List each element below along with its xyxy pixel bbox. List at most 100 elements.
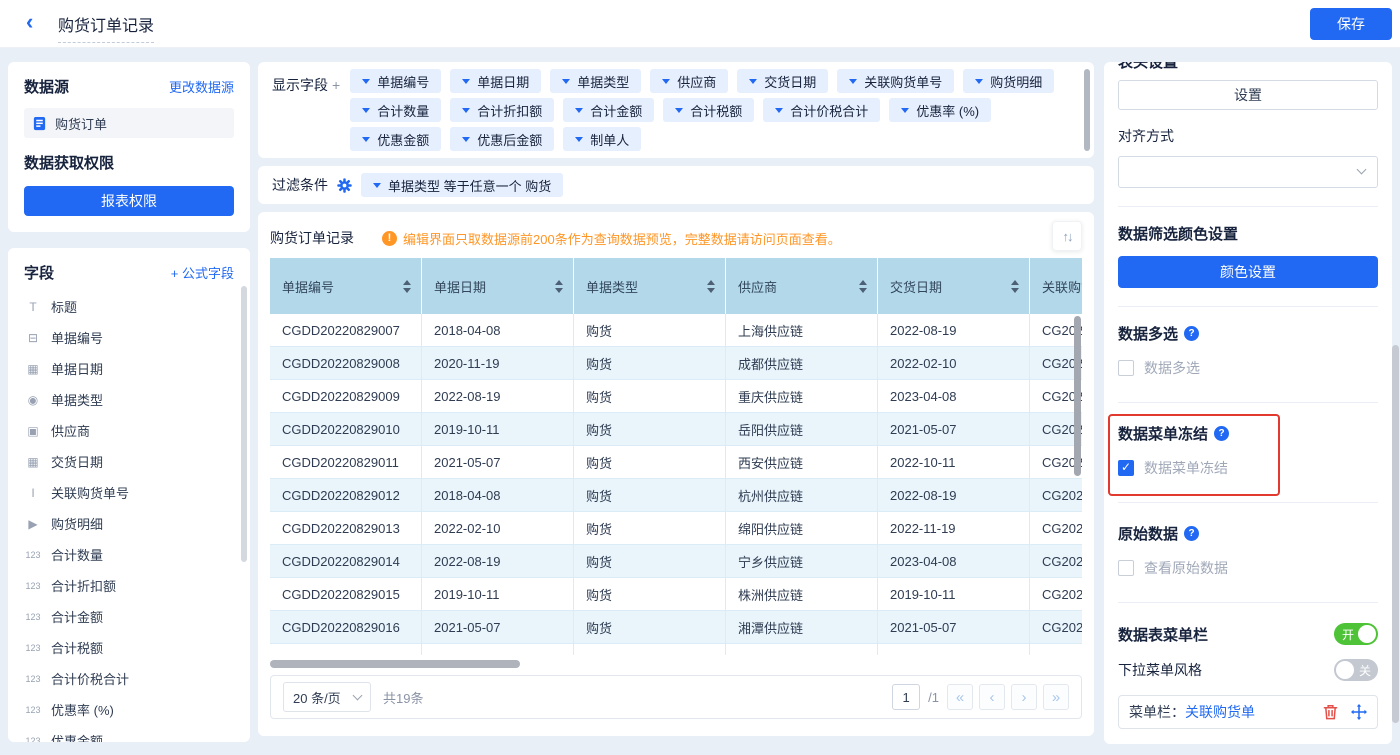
field-item[interactable]: ▶购货明细	[8, 508, 250, 539]
add-display-field-button[interactable]: +	[332, 77, 340, 93]
field-item[interactable]: ▣供应商	[8, 415, 250, 446]
table-vertical-scrollbar[interactable]	[1074, 316, 1081, 476]
display-field-tag[interactable]: 优惠后金额	[450, 127, 554, 151]
color-settings-button[interactable]: 颜色设置	[1118, 256, 1378, 288]
display-field-tag[interactable]: 合计价税合计	[763, 98, 880, 122]
display-field-tag[interactable]: 制单人	[563, 127, 641, 151]
prev-page-button[interactable]: ‹	[979, 684, 1005, 710]
fields-scrollbar[interactable]	[241, 286, 247, 562]
filter-condition-tag[interactable]: 单据类型 等于任意一个 购货	[361, 173, 563, 197]
column-header[interactable]: 供应商	[726, 258, 878, 314]
field-item[interactable]: 123合计数量	[8, 539, 250, 570]
field-item[interactable]: 123优惠金额	[8, 725, 250, 742]
table-row[interactable]: CGDD202208290112021-05-07购货西安供应链2022-10-…	[270, 446, 1082, 479]
move-icon[interactable]	[1351, 704, 1367, 720]
table-row[interactable]: CGDD202208290082020-11-19购货成都供应链2022-02-…	[270, 347, 1082, 380]
raw-data-title: 原始数据 ?	[1118, 523, 1378, 544]
table-cell: 2019-10-11	[422, 413, 574, 445]
field-item[interactable]: ◉单据类型	[8, 384, 250, 415]
help-icon[interactable]: ?	[1184, 526, 1199, 541]
chevron-down-icon	[373, 183, 381, 188]
multi-select-checkbox[interactable]	[1118, 360, 1134, 376]
table-row[interactable]: CGDD202208290162021-05-07购货湘潭供应链2021-05-…	[270, 611, 1082, 644]
help-icon[interactable]: ?	[1184, 326, 1199, 341]
page-total: /1	[928, 690, 939, 705]
column-header[interactable]: 单据编号	[270, 258, 422, 314]
field-item[interactable]: ⊟单据编号	[8, 322, 250, 353]
display-fields-scrollbar[interactable]	[1084, 69, 1090, 151]
menu-freeze-checkbox[interactable]	[1118, 460, 1134, 476]
display-field-tag[interactable]: 单据编号	[350, 69, 441, 93]
field-item[interactable]: 123优惠率 (%)	[8, 694, 250, 725]
column-sort-icon[interactable]	[403, 280, 411, 293]
back-icon[interactable]: ‹	[26, 11, 33, 33]
display-field-tag[interactable]: 关联购货单号	[837, 69, 954, 93]
display-field-tag[interactable]: 合计数量	[350, 98, 441, 122]
column-sort-icon[interactable]	[859, 280, 867, 293]
display-field-tag[interactable]: 合计折扣额	[450, 98, 554, 122]
field-item[interactable]: ▦单据日期	[8, 353, 250, 384]
number-icon: 123	[24, 641, 42, 655]
table-cell: 2022-11-19	[878, 512, 1030, 544]
display-field-tag[interactable]: 优惠金额	[350, 127, 441, 151]
table-row[interactable]: CGDD202208290142022-08-19购货宁乡供应链2023-04-…	[270, 545, 1082, 578]
display-field-tag[interactable]: 购货明细	[963, 69, 1054, 93]
raw-data-checkbox[interactable]	[1118, 560, 1134, 576]
page-size-select[interactable]: 20 条/页	[283, 682, 371, 712]
table-horizontal-scrollbar[interactable]	[270, 660, 520, 668]
table-row[interactable]: CGDD202208290102019-10-11购货岳阳供应链2021-05-…	[270, 413, 1082, 446]
field-item[interactable]: 123合计折扣额	[8, 570, 250, 601]
table-cell: 2020-11-19	[422, 347, 574, 379]
report-permission-button[interactable]: 报表权限	[24, 186, 234, 216]
save-button[interactable]: 保存	[1310, 8, 1392, 40]
menubar-toggle-on[interactable]: 开	[1334, 623, 1378, 645]
sort-order-button[interactable]: ↑↓	[1052, 221, 1082, 251]
table-row[interactable]: CGDD202208290132022-02-10购货绵阳供应链2022-11-…	[270, 512, 1082, 545]
change-datasource-link[interactable]: 更改数据源	[169, 77, 234, 96]
table-row[interactable]: CGDD202208290152019-10-11购货株洲供应链2019-10-…	[270, 578, 1082, 611]
table-cell: CG2022	[1030, 611, 1082, 643]
column-sort-icon[interactable]	[707, 280, 715, 293]
dropdown-style-toggle-off[interactable]: 关	[1334, 659, 1378, 681]
page-scrollbar[interactable]	[1392, 345, 1399, 723]
field-item[interactable]: 123合计价税合计	[8, 663, 250, 694]
table-row[interactable]: CGDD202208290122018-04-08购货杭州供应链2022-08-…	[270, 479, 1082, 512]
select-icon: ▣	[24, 424, 42, 438]
display-field-tag[interactable]: 合计税额	[663, 98, 754, 122]
display-field-tag[interactable]: 供应商	[650, 69, 728, 93]
display-field-tag[interactable]: 优惠率 (%)	[889, 98, 991, 122]
display-field-tag[interactable]: 单据类型	[550, 69, 641, 93]
table-row[interactable]: CGDD202208290092022-08-19购货重庆供应链2023-04-…	[270, 380, 1082, 413]
chevron-down-icon	[1357, 165, 1367, 175]
align-select[interactable]	[1118, 156, 1378, 188]
trash-icon[interactable]	[1323, 704, 1338, 720]
next-page-button[interactable]: ›	[1011, 684, 1037, 710]
add-formula-field-link[interactable]: + 公式字段	[171, 263, 234, 282]
settings-button[interactable]: 设置	[1118, 80, 1378, 110]
gear-icon[interactable]	[337, 178, 352, 193]
column-header[interactable]: 关联购货	[1030, 258, 1082, 314]
column-header[interactable]: 单据类型	[574, 258, 726, 314]
field-item[interactable]: 123合计税额	[8, 632, 250, 663]
first-page-button[interactable]: «	[947, 684, 973, 710]
add-action-menu-link[interactable]: + 添加操作菜单	[1118, 743, 1378, 744]
display-field-tag[interactable]: 交货日期	[737, 69, 828, 93]
column-sort-icon[interactable]	[555, 280, 563, 293]
field-item[interactable]: T标题	[8, 291, 250, 322]
last-page-button[interactable]: »	[1043, 684, 1069, 710]
column-header[interactable]: 交货日期	[878, 258, 1030, 314]
menubar-item-value[interactable]: 关联购货单	[1185, 702, 1255, 722]
field-label: 单据编号	[51, 328, 103, 347]
field-item[interactable]: ▦交货日期	[8, 446, 250, 477]
field-item[interactable]: 123合计金额	[8, 601, 250, 632]
display-field-tag[interactable]: 单据日期	[450, 69, 541, 93]
column-sort-icon[interactable]	[1011, 280, 1019, 293]
datasource-item[interactable]: 购货订单	[24, 108, 234, 138]
column-header[interactable]: 单据日期	[422, 258, 574, 314]
field-item[interactable]: I关联购货单号	[8, 477, 250, 508]
display-field-tag[interactable]: 合计金额	[563, 98, 654, 122]
table-row[interactable]: CGDD202208290072018-04-08购货上海供应链2022-08-…	[270, 314, 1082, 347]
help-icon[interactable]: ?	[1214, 426, 1229, 441]
page-number-input[interactable]: 1	[892, 684, 920, 710]
tag-label: 合计折扣额	[477, 101, 542, 120]
